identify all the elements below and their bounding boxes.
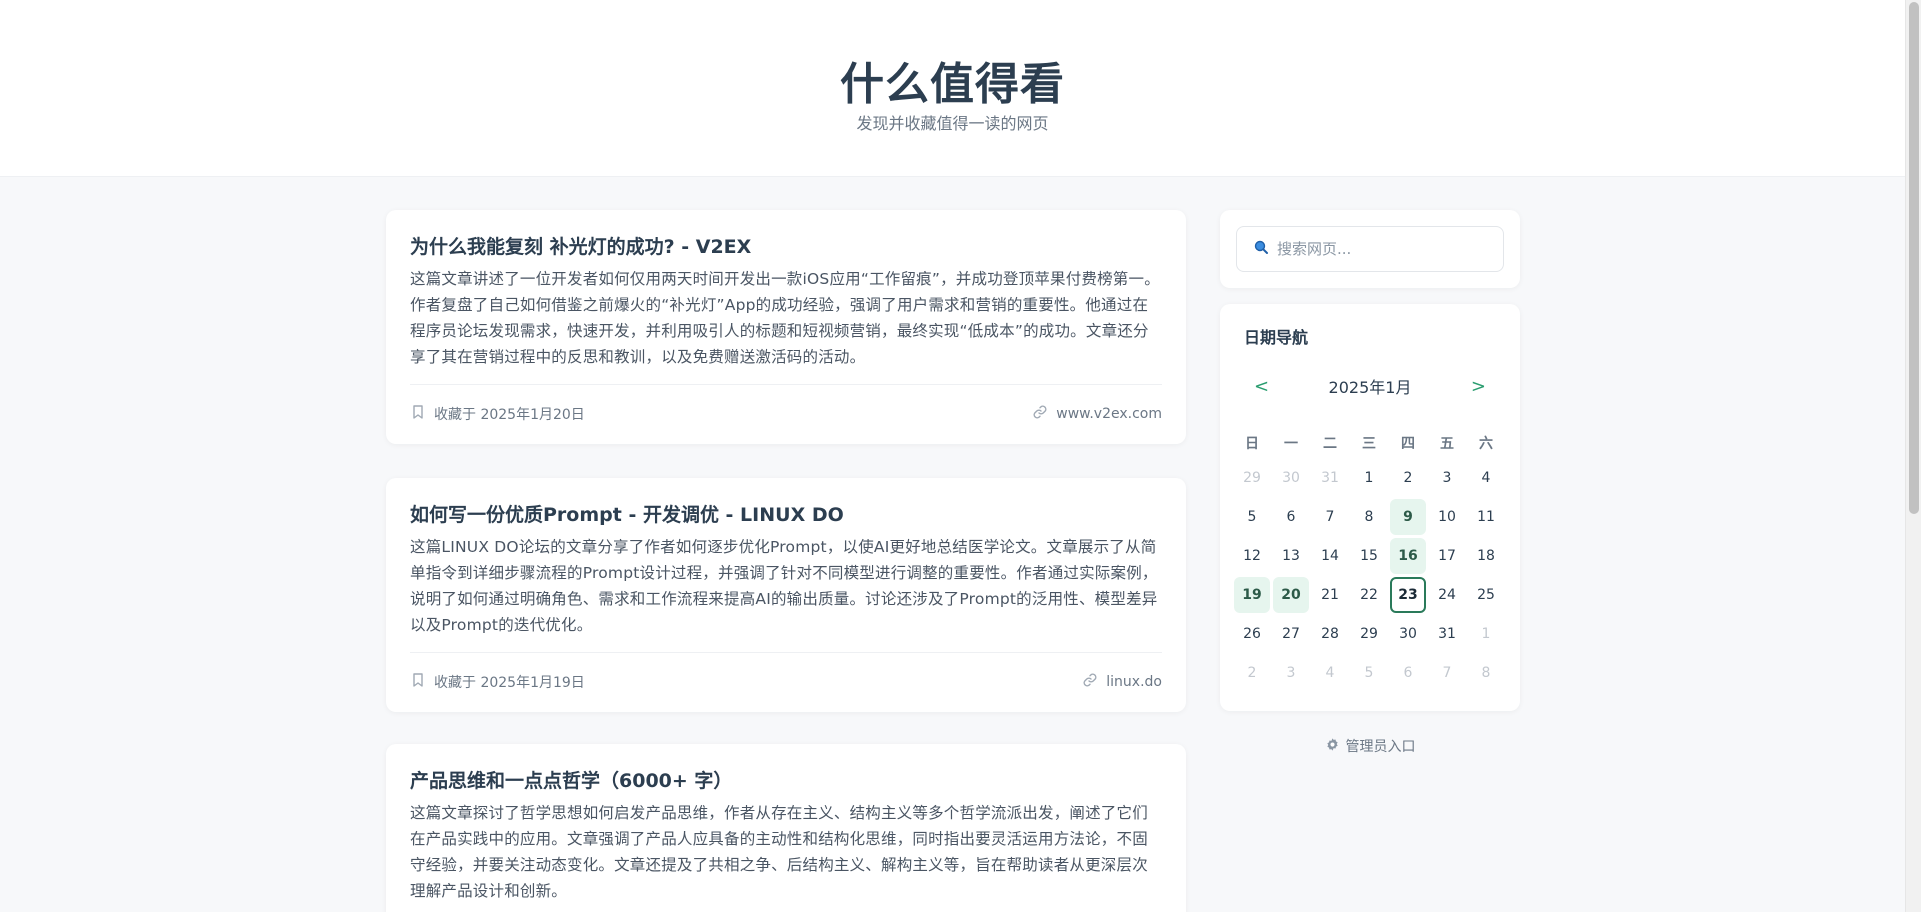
calendar-weekday: 三 bbox=[1362, 436, 1376, 452]
calendar-weekday: 四 bbox=[1401, 436, 1415, 452]
calendar-day[interactable]: 11 bbox=[1468, 499, 1504, 535]
calendar-week-row: 2345678 bbox=[1234, 653, 1504, 692]
article-meta: 收藏于 2025年1月20日 www.v2ex.com bbox=[410, 384, 1162, 442]
calendar-day[interactable]: 1 bbox=[1351, 460, 1387, 496]
calendar-day[interactable]: 18 bbox=[1468, 538, 1504, 574]
calendar-day[interactable]: 30 bbox=[1390, 616, 1426, 652]
calendar-title: 日期导航 bbox=[1244, 328, 1309, 347]
calendar-day[interactable]: 13 bbox=[1273, 538, 1309, 574]
article-card[interactable]: 为什么我能复刻 补光灯的成功? - V2EX 这篇文章讲述了一位开发者如何仅用两… bbox=[386, 210, 1186, 444]
calendar-nav: < 2025年1月 > bbox=[1244, 372, 1496, 400]
saved-date: 收藏于 2025年1月20日 bbox=[434, 406, 585, 423]
calendar-week-row: 19 20 21 22 23 24 25 bbox=[1234, 575, 1504, 614]
article-title[interactable]: 产品思维和一点点哲学（6000+ 字） bbox=[410, 768, 1162, 794]
calendar-day-selected[interactable]: 23 bbox=[1390, 576, 1426, 613]
article-description: 这篇文章讲述了一位开发者如何仅用两天时间开发出一款iOS应用“工作留痕”，并成功… bbox=[410, 270, 1160, 366]
calendar-day[interactable]: 10 bbox=[1429, 499, 1465, 535]
calendar-day[interactable]: 19 bbox=[1234, 576, 1270, 613]
article-card[interactable]: 如何写一份优质Prompt - 开发调优 - LINUX DO 这篇LINUX … bbox=[386, 478, 1186, 712]
calendar-day[interactable]: 6 bbox=[1390, 655, 1426, 691]
calendar-day[interactable]: 30 bbox=[1273, 460, 1309, 496]
calendar-weekday: 一 bbox=[1284, 436, 1298, 452]
calendar-panel: 日期导航 < 2025年1月 > 日一二三四五六 29 30 31 1 2 3 4 5 6 7 8 9 1… bbox=[1220, 304, 1520, 711]
search-icon bbox=[1253, 239, 1269, 259]
calendar-day[interactable]: 28 bbox=[1312, 616, 1348, 652]
calendar-weekday: 二 bbox=[1323, 436, 1337, 452]
calendar-day[interactable]: 2 bbox=[1390, 460, 1426, 496]
next-month-button[interactable]: > bbox=[1461, 376, 1496, 397]
calendar-day[interactable]: 31 bbox=[1429, 616, 1465, 652]
calendar-day[interactable]: 1 bbox=[1468, 616, 1504, 652]
link-icon bbox=[1032, 404, 1048, 424]
calendar-day[interactable]: 31 bbox=[1312, 460, 1348, 496]
search-input[interactable] bbox=[1277, 240, 1497, 258]
article-description: 这篇LINUX DO论坛的文章分享了作者如何逐步优化Prompt，以使AI更好地… bbox=[410, 538, 1158, 634]
calendar-day[interactable]: 27 bbox=[1273, 616, 1309, 652]
calendar-day[interactable]: 25 bbox=[1468, 577, 1504, 613]
calendar-day[interactable]: 9 bbox=[1390, 498, 1426, 535]
calendar-weekday-row: 日一二三四五六 bbox=[1234, 428, 1504, 458]
source-link[interactable]: www.v2ex.com bbox=[1032, 404, 1162, 424]
article-description: 这篇文章探讨了哲学思想如何启发产品思维，作者从存在主义、结构主义等多个哲学流派出… bbox=[410, 804, 1148, 900]
calendar-day[interactable]: 22 bbox=[1351, 577, 1387, 613]
calendar-day[interactable]: 17 bbox=[1429, 538, 1465, 574]
search-panel bbox=[1220, 210, 1520, 288]
calendar-day[interactable]: 5 bbox=[1234, 499, 1270, 535]
calendar-week-row: 12 13 14 15 16 17 18 bbox=[1234, 536, 1504, 575]
prev-month-button[interactable]: < bbox=[1244, 376, 1279, 397]
bookmark-icon bbox=[410, 404, 426, 424]
site-subtitle: 发现并收藏值得一读的网页 bbox=[856, 114, 1049, 133]
link-icon bbox=[1082, 672, 1098, 692]
article-title[interactable]: 如何写一份优质Prompt - 开发调优 - LINUX DO bbox=[410, 502, 1162, 528]
scrollbar-thumb[interactable] bbox=[1909, 2, 1919, 514]
calendar-day[interactable]: 26 bbox=[1234, 616, 1270, 652]
calendar-weekday: 日 bbox=[1245, 436, 1259, 452]
source-domain[interactable]: www.v2ex.com bbox=[1056, 406, 1162, 422]
page-scrollbar[interactable] bbox=[1905, 0, 1921, 912]
calendar-day[interactable]: 2 bbox=[1234, 655, 1270, 691]
calendar-week-row: 5 6 7 8 9 10 11 bbox=[1234, 497, 1504, 536]
calendar-day[interactable]: 3 bbox=[1429, 460, 1465, 496]
site-header: 什么值得看 发现并收藏值得一读的网页 bbox=[0, 0, 1905, 177]
calendar-day[interactable]: 7 bbox=[1312, 499, 1348, 535]
admin-label[interactable]: 管理员入口 bbox=[1346, 736, 1416, 756]
calendar-month: 2025年1月 bbox=[1328, 378, 1412, 397]
admin-link[interactable]: 管理员入口 bbox=[1220, 736, 1520, 756]
calendar-day[interactable]: 14 bbox=[1312, 538, 1348, 574]
calendar-day[interactable]: 29 bbox=[1351, 616, 1387, 652]
calendar-day[interactable]: 8 bbox=[1351, 499, 1387, 535]
calendar-day[interactable]: 12 bbox=[1234, 538, 1270, 574]
calendar-day[interactable]: 20 bbox=[1273, 576, 1309, 613]
calendar-day[interactable]: 3 bbox=[1273, 655, 1309, 691]
calendar-day[interactable]: 7 bbox=[1429, 655, 1465, 691]
bookmark-icon bbox=[410, 672, 426, 692]
gear-icon bbox=[1325, 737, 1340, 756]
article-title[interactable]: 为什么我能复刻 补光灯的成功? - V2EX bbox=[410, 234, 1162, 260]
source-link[interactable]: linux.do bbox=[1082, 672, 1162, 692]
site-title: 什么值得看 bbox=[840, 59, 1065, 110]
article-meta: 收藏于 2025年1月19日 linux.do bbox=[410, 652, 1162, 710]
calendar-weekday: 五 bbox=[1440, 436, 1454, 452]
calendar-day[interactable]: 24 bbox=[1429, 577, 1465, 613]
calendar-day[interactable]: 16 bbox=[1390, 537, 1426, 574]
source-domain[interactable]: linux.do bbox=[1106, 674, 1162, 690]
calendar-weekday: 六 bbox=[1479, 436, 1493, 452]
article-card[interactable]: 产品思维和一点点哲学（6000+ 字） 这篇文章探讨了哲学思想如何启发产品思维，… bbox=[386, 744, 1186, 912]
calendar-week-row: 26 27 28 29 30 31 1 bbox=[1234, 614, 1504, 653]
calendar-day[interactable]: 4 bbox=[1468, 460, 1504, 496]
calendar-day[interactable]: 15 bbox=[1351, 538, 1387, 574]
calendar-week-row: 29 30 31 1 2 3 4 bbox=[1234, 458, 1504, 497]
calendar-grid: 日一二三四五六 29 30 31 1 2 3 4 5 6 7 8 9 10 11 12 13 14 15 16 17 18… bbox=[1234, 428, 1504, 692]
search-box[interactable] bbox=[1236, 226, 1504, 272]
calendar-day[interactable]: 8 bbox=[1468, 655, 1504, 691]
calendar-day[interactable]: 5 bbox=[1351, 655, 1387, 691]
calendar-day[interactable]: 6 bbox=[1273, 499, 1309, 535]
calendar-day[interactable]: 21 bbox=[1312, 577, 1348, 613]
calendar-day[interactable]: 29 bbox=[1234, 460, 1270, 496]
saved-date: 收藏于 2025年1月19日 bbox=[434, 674, 585, 691]
calendar-day[interactable]: 4 bbox=[1312, 655, 1348, 691]
